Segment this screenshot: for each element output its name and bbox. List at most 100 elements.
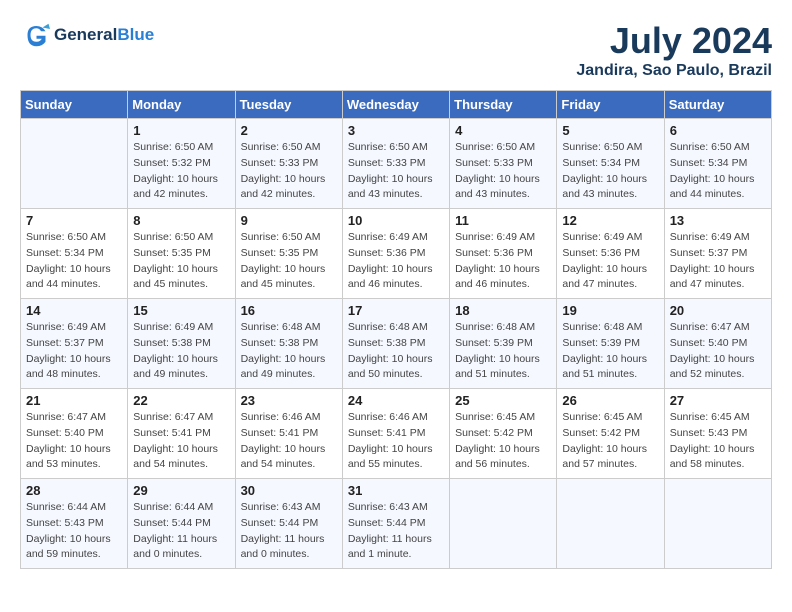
day-number: 30 — [241, 483, 337, 498]
day-number: 1 — [133, 123, 229, 138]
day-info: Sunrise: 6:49 AMSunset: 5:36 PMDaylight:… — [562, 230, 658, 293]
weekday-header-saturday: Saturday — [664, 91, 771, 119]
day-info: Sunrise: 6:49 AMSunset: 5:37 PMDaylight:… — [670, 230, 766, 293]
day-number: 27 — [670, 393, 766, 408]
calendar-cell: 26 Sunrise: 6:45 AMSunset: 5:42 PMDayligh… — [557, 389, 664, 479]
day-number: 3 — [348, 123, 444, 138]
calendar-cell: 31 Sunrise: 6:43 AMSunset: 5:44 PMDayligh… — [342, 479, 449, 569]
weekday-header-thursday: Thursday — [450, 91, 557, 119]
week-row-1: 1 Sunrise: 6:50 AMSunset: 5:32 PMDaylight… — [21, 119, 772, 209]
day-number: 13 — [670, 213, 766, 228]
day-number: 11 — [455, 213, 551, 228]
day-info: Sunrise: 6:47 AMSunset: 5:40 PMDaylight:… — [670, 320, 766, 383]
day-info: Sunrise: 6:45 AMSunset: 5:42 PMDaylight:… — [455, 410, 551, 473]
day-info: Sunrise: 6:50 AMSunset: 5:33 PMDaylight:… — [455, 140, 551, 203]
weekday-header-tuesday: Tuesday — [235, 91, 342, 119]
calendar-cell: 11 Sunrise: 6:49 AMSunset: 5:36 PMDayligh… — [450, 209, 557, 299]
day-info: Sunrise: 6:43 AMSunset: 5:44 PMDaylight:… — [348, 500, 444, 563]
day-info: Sunrise: 6:44 AMSunset: 5:44 PMDaylight:… — [133, 500, 229, 563]
calendar-cell: 30 Sunrise: 6:43 AMSunset: 5:44 PMDayligh… — [235, 479, 342, 569]
day-number: 7 — [26, 213, 122, 228]
calendar-cell: 29Sunrise: 6:44 AMSunset: 5:44 PMDayligh… — [128, 479, 235, 569]
day-number: 31 — [348, 483, 444, 498]
day-number: 21 — [26, 393, 122, 408]
calendar-cell: 18 Sunrise: 6:48 AMSunset: 5:39 PMDayligh… — [450, 299, 557, 389]
day-info: Sunrise: 6:50 AMSunset: 5:35 PMDaylight:… — [241, 230, 337, 293]
day-info: Sunrise: 6:49 AMSunset: 5:38 PMDaylight:… — [133, 320, 229, 383]
day-number: 10 — [348, 213, 444, 228]
calendar-cell: 22Sunrise: 6:47 AMSunset: 5:41 PMDayligh… — [128, 389, 235, 479]
calendar-cell — [450, 479, 557, 569]
week-row-3: 14Sunrise: 6:49 AMSunset: 5:37 PMDayligh… — [21, 299, 772, 389]
logo-icon — [20, 20, 50, 50]
calendar-cell: 2 Sunrise: 6:50 AMSunset: 5:33 PMDaylight… — [235, 119, 342, 209]
location: Jandira, Sao Paulo, Brazil — [576, 62, 772, 80]
day-info: Sunrise: 6:46 AMSunset: 5:41 PMDaylight:… — [241, 410, 337, 473]
day-info: Sunrise: 6:48 AMSunset: 5:38 PMDaylight:… — [241, 320, 337, 383]
day-info: Sunrise: 6:48 AMSunset: 5:39 PMDaylight:… — [562, 320, 658, 383]
title-block: July 2024 Jandira, Sao Paulo, Brazil — [576, 20, 772, 80]
day-info: Sunrise: 6:45 AMSunset: 5:42 PMDaylight:… — [562, 410, 658, 473]
day-number: 2 — [241, 123, 337, 138]
calendar-cell: 19Sunrise: 6:48 AMSunset: 5:39 PMDayligh… — [557, 299, 664, 389]
week-row-4: 21 Sunrise: 6:47 AMSunset: 5:40 PMDayligh… — [21, 389, 772, 479]
calendar-cell: 25 Sunrise: 6:45 AMSunset: 5:42 PMDayligh… — [450, 389, 557, 479]
week-row-5: 28 Sunrise: 6:44 AMSunset: 5:43 PMDayligh… — [21, 479, 772, 569]
calendar-cell: 27 Sunrise: 6:45 AMSunset: 5:43 PMDayligh… — [664, 389, 771, 479]
day-info: Sunrise: 6:50 AMSunset: 5:34 PMDaylight:… — [562, 140, 658, 203]
day-info: Sunrise: 6:47 AMSunset: 5:41 PMDaylight:… — [133, 410, 229, 473]
calendar-cell: 24Sunrise: 6:46 AMSunset: 5:41 PMDayligh… — [342, 389, 449, 479]
calendar-cell: 21 Sunrise: 6:47 AMSunset: 5:40 PMDayligh… — [21, 389, 128, 479]
day-info: Sunrise: 6:50 AMSunset: 5:32 PMDaylight:… — [133, 140, 229, 203]
weekday-header-friday: Friday — [557, 91, 664, 119]
day-number: 12 — [562, 213, 658, 228]
calendar-cell: 15 Sunrise: 6:49 AMSunset: 5:38 PMDayligh… — [128, 299, 235, 389]
day-info: Sunrise: 6:48 AMSunset: 5:38 PMDaylight:… — [348, 320, 444, 383]
day-info: Sunrise: 6:47 AMSunset: 5:40 PMDaylight:… — [26, 410, 122, 473]
day-info: Sunrise: 6:50 AMSunset: 5:33 PMDaylight:… — [348, 140, 444, 203]
day-info: Sunrise: 6:43 AMSunset: 5:44 PMDaylight:… — [241, 500, 337, 563]
calendar-cell: 8 Sunrise: 6:50 AMSunset: 5:35 PMDaylight… — [128, 209, 235, 299]
week-row-2: 7Sunrise: 6:50 AMSunset: 5:34 PMDaylight… — [21, 209, 772, 299]
day-number: 17 — [348, 303, 444, 318]
calendar-cell: 17 Sunrise: 6:48 AMSunset: 5:38 PMDayligh… — [342, 299, 449, 389]
calendar-cell — [664, 479, 771, 569]
calendar-table: SundayMondayTuesdayWednesdayThursdayFrid… — [20, 90, 772, 569]
day-info: Sunrise: 6:46 AMSunset: 5:41 PMDaylight:… — [348, 410, 444, 473]
calendar-cell: 13 Sunrise: 6:49 AMSunset: 5:37 PMDayligh… — [664, 209, 771, 299]
day-number: 23 — [241, 393, 337, 408]
logo-text: GeneralBlue — [54, 25, 154, 45]
day-number: 8 — [133, 213, 229, 228]
day-number: 28 — [26, 483, 122, 498]
day-info: Sunrise: 6:49 AMSunset: 5:37 PMDaylight:… — [26, 320, 122, 383]
calendar-cell: 16Sunrise: 6:48 AMSunset: 5:38 PMDayligh… — [235, 299, 342, 389]
day-number: 25 — [455, 393, 551, 408]
calendar-cell — [21, 119, 128, 209]
day-number: 9 — [241, 213, 337, 228]
day-info: Sunrise: 6:44 AMSunset: 5:43 PMDaylight:… — [26, 500, 122, 563]
weekday-header-sunday: Sunday — [21, 91, 128, 119]
weekday-header-monday: Monday — [128, 91, 235, 119]
day-info: Sunrise: 6:50 AMSunset: 5:35 PMDaylight:… — [133, 230, 229, 293]
calendar-cell — [557, 479, 664, 569]
calendar-cell: 12 Sunrise: 6:49 AMSunset: 5:36 PMDayligh… — [557, 209, 664, 299]
day-info: Sunrise: 6:45 AMSunset: 5:43 PMDaylight:… — [670, 410, 766, 473]
day-info: Sunrise: 6:49 AMSunset: 5:36 PMDaylight:… — [348, 230, 444, 293]
day-number: 5 — [562, 123, 658, 138]
day-number: 26 — [562, 393, 658, 408]
page-header: GeneralBlue July 2024 Jandira, Sao Paulo… — [20, 20, 772, 80]
calendar-cell: 6Sunrise: 6:50 AMSunset: 5:34 PMDaylight… — [664, 119, 771, 209]
day-info: Sunrise: 6:49 AMSunset: 5:36 PMDaylight:… — [455, 230, 551, 293]
day-number: 18 — [455, 303, 551, 318]
calendar-cell: 10 Sunrise: 6:49 AMSunset: 5:36 PMDayligh… — [342, 209, 449, 299]
day-info: Sunrise: 6:50 AMSunset: 5:33 PMDaylight:… — [241, 140, 337, 203]
day-number: 15 — [133, 303, 229, 318]
calendar-cell: 4Sunrise: 6:50 AMSunset: 5:33 PMDaylight… — [450, 119, 557, 209]
day-info: Sunrise: 6:50 AMSunset: 5:34 PMDaylight:… — [670, 140, 766, 203]
calendar-cell: 3 Sunrise: 6:50 AMSunset: 5:33 PMDaylight… — [342, 119, 449, 209]
weekday-header-wednesday: Wednesday — [342, 91, 449, 119]
day-info: Sunrise: 6:48 AMSunset: 5:39 PMDaylight:… — [455, 320, 551, 383]
calendar-cell: 28 Sunrise: 6:44 AMSunset: 5:43 PMDayligh… — [21, 479, 128, 569]
calendar-cell: 14Sunrise: 6:49 AMSunset: 5:37 PMDayligh… — [21, 299, 128, 389]
calendar-cell: 1 Sunrise: 6:50 AMSunset: 5:32 PMDaylight… — [128, 119, 235, 209]
